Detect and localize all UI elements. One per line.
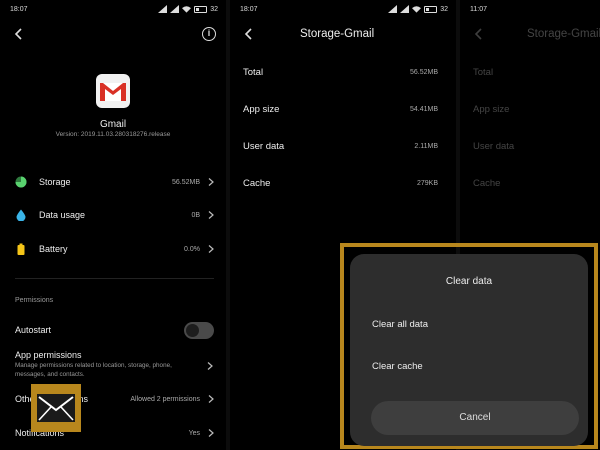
cache-label: Cache <box>473 177 501 189</box>
back-arrow-icon[interactable] <box>12 27 26 41</box>
battery-icon <box>17 243 25 255</box>
chevron-right-icon <box>208 395 214 403</box>
back-arrow-icon[interactable] <box>472 27 486 41</box>
storage-app-size-row: App size <box>473 101 582 117</box>
app-info-screen: 18:07 32 i Gmail Version: 2019.11.03.280… <box>0 0 226 450</box>
signal-icon <box>400 5 410 13</box>
wifi-icon <box>182 6 192 13</box>
user-data-label: User data <box>243 140 285 152</box>
battery-value: 0.0% <box>184 245 200 253</box>
app-permissions-row[interactable]: App permissions <box>15 349 214 361</box>
wifi-icon <box>412 6 422 13</box>
permissions-header: Permissions <box>15 297 54 304</box>
battery-row[interactable]: Battery 0.0% <box>15 239 214 259</box>
envelope-icon <box>31 384 81 432</box>
water-drop-icon <box>16 209 26 221</box>
total-label: Total <box>243 66 264 78</box>
status-bar: 11:07 <box>470 4 592 16</box>
clear-data-dialog: Clear data Clear all data Clear cache Ca… <box>350 254 588 446</box>
storage-value: 56.52MB <box>171 178 200 186</box>
battery-percent: 32 <box>440 5 448 13</box>
battery-status-icon <box>424 5 438 13</box>
cancel-button[interactable]: Cancel <box>371 401 579 435</box>
chevron-right-icon <box>207 362 213 370</box>
app-permissions-label: App permissions <box>15 350 82 360</box>
status-time: 18:07 <box>240 6 258 13</box>
signal-icon <box>170 5 180 13</box>
app-version: Version: 2019.11.03.280318276.release <box>55 131 171 138</box>
info-icon[interactable]: i <box>202 27 216 41</box>
chevron-right-icon <box>208 178 214 186</box>
app-size-label: App size <box>473 103 510 115</box>
storage-label: Storage <box>39 177 71 187</box>
data-usage-value: 0B <box>191 211 200 219</box>
status-bar: 18:07 32 <box>240 4 448 16</box>
notifications-value: Yes <box>188 429 200 437</box>
cache-label: Cache <box>243 177 271 189</box>
status-bar: 18:07 32 <box>10 4 218 16</box>
storage-user-data-row: User data <box>473 138 582 154</box>
user-data-label: User data <box>473 140 515 152</box>
user-data-value: 2.11MB <box>414 142 438 150</box>
pie-chart-icon <box>15 176 27 188</box>
storage-cache-row: Cache <box>473 175 582 191</box>
battery-status-icon <box>194 5 208 13</box>
dialog-title: Clear data <box>445 276 493 287</box>
data-usage-label: Data usage <box>39 210 86 220</box>
highlight-frame: Clear data Clear all data Clear cache Ca… <box>340 243 598 449</box>
signal-icon <box>388 5 398 13</box>
battery-percent: 32 <box>210 5 218 13</box>
other-permissions-value: Allowed 2 permissions <box>130 395 200 403</box>
chevron-right-icon <box>208 211 214 219</box>
storage-row[interactable]: Storage 56.52MB <box>15 172 214 192</box>
storage-cache-row: Cache 279KB <box>243 175 438 191</box>
chevron-right-icon <box>208 245 214 253</box>
cache-value: 279KB <box>416 179 438 187</box>
data-usage-row[interactable]: Data usage 0B <box>15 205 214 225</box>
page-title: Storage-Gmail <box>527 28 600 40</box>
app-size-value: 54.41MB <box>409 105 438 113</box>
total-value: 56.52MB <box>409 68 438 76</box>
autostart-toggle[interactable] <box>184 321 214 339</box>
storage-user-data-row: User data 2.11MB <box>243 138 438 154</box>
back-arrow-icon[interactable] <box>242 27 256 41</box>
autostart-row: Autostart <box>15 321 214 339</box>
divider <box>15 278 214 279</box>
storage-total-row: Total 56.52MB <box>243 64 438 80</box>
mail-badge <box>31 384 81 432</box>
storage-app-size-row: App size 54.41MB <box>243 101 438 117</box>
clear-cache-option[interactable]: Clear cache <box>372 361 423 372</box>
signal-icon <box>158 5 168 13</box>
app-name: Gmail <box>99 119 127 130</box>
clear-all-data-option[interactable]: Clear all data <box>372 319 428 330</box>
status-time: 11:07 <box>470 6 487 13</box>
gmail-logo-icon <box>96 74 130 108</box>
total-label: Total <box>473 66 494 78</box>
page-title: Storage-Gmail <box>300 28 375 40</box>
battery-label: Battery <box>39 244 68 254</box>
app-size-label: App size <box>243 103 280 115</box>
autostart-label: Autostart <box>15 325 52 335</box>
storage-total-row: Total <box>473 64 582 80</box>
chevron-right-icon <box>208 429 214 437</box>
status-time: 18:07 <box>10 6 28 13</box>
app-permissions-description: Manage permissions related to location, … <box>15 362 172 378</box>
